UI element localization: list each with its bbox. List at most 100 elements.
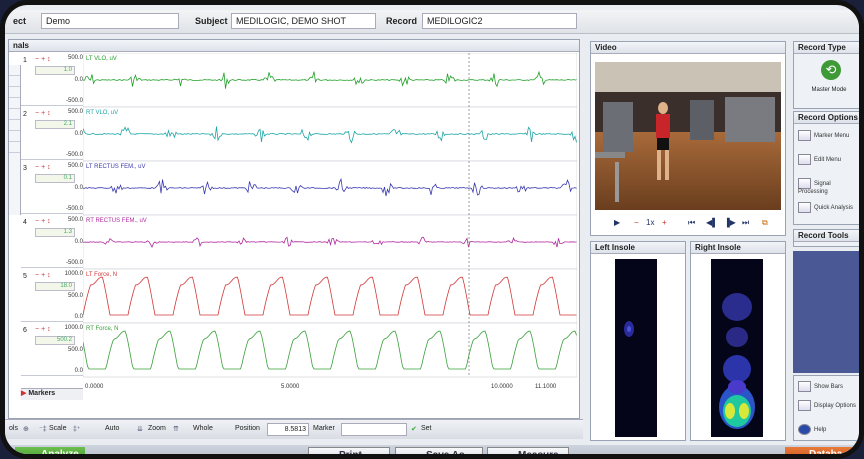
zoom-out-icon[interactable]: ⇈ — [173, 425, 179, 433]
list-item[interactable] — [9, 131, 20, 142]
signal-processing-item[interactable]: Signal Processing — [798, 178, 859, 195]
left-insole-map — [615, 259, 657, 437]
scale-top-label: 500.0 — [67, 109, 83, 115]
app-window: ect Demo Subject MEDILOGIC, DEMO SHOT Re… — [0, 0, 864, 459]
subject-label: Subject — [195, 16, 228, 26]
zoom-button[interactable]: Zoom — [148, 425, 166, 432]
quick-analysis-item[interactable]: Quick Analysis — [798, 202, 853, 213]
signal-traces[interactable]: LT VLO, uV RT VLO, uV LT RECTUS FEM., uV RT… — [83, 53, 577, 401]
time-tick-label: 10.0000 — [491, 384, 513, 390]
channel-adjust-buttons[interactable]: −+↕ — [35, 272, 53, 279]
scale-top-label: 1000.0 — [64, 325, 83, 331]
channel-control: 4 −+↕ 1.3 500.0 0.0 -500.0 — [21, 215, 83, 268]
channel-adjust-buttons[interactable]: −+↕ — [35, 326, 53, 333]
subject-field[interactable]: MEDILOGIC, DEMO SHOT — [231, 13, 376, 29]
video-frame[interactable] — [595, 62, 781, 210]
print-button[interactable]: Print — [308, 447, 390, 454]
video-export-icon[interactable]: ⧉ — [762, 218, 768, 228]
scale-bottom-label: -500.0 — [65, 152, 83, 158]
marker-menu-label: Marker Menu — [814, 133, 850, 140]
channel-control: 5 −+↕ 18.0 1000.0 500.0 0.0 — [21, 269, 83, 322]
channel-adjust-buttons[interactable]: −+↕ — [35, 56, 53, 63]
record-options-panel: Record Options Marker Menu Edit Menu Sig… — [793, 111, 859, 225]
set-button[interactable]: Set — [421, 425, 432, 432]
channel-adjust-buttons[interactable]: −+↕ — [35, 164, 53, 171]
database-button[interactable]: Databa — [785, 447, 859, 454]
channel-name: RT Force, N — [86, 326, 118, 332]
scale-bottom-label: -500.0 — [65, 206, 83, 212]
channel-number: 3 — [23, 165, 27, 172]
signal-list[interactable] — [9, 65, 21, 215]
marker-field[interactable] — [341, 423, 407, 436]
record-tools-panel: Record Tools — [793, 229, 859, 247]
channel-name: RT VLO, uV — [86, 110, 118, 116]
time-tick-label: 5.0000 — [281, 384, 300, 390]
list-item[interactable] — [9, 87, 20, 98]
channel-name: RT RECTUS FEM., uV — [86, 218, 147, 224]
slower-icon[interactable]: − — [634, 218, 639, 227]
zoom-in-icon[interactable]: ⇊ — [137, 425, 143, 433]
analyze-button[interactable]: Analyze — [15, 447, 85, 454]
next-frame-icon[interactable]: ▐▶ — [724, 218, 736, 227]
signals-title: nals — [9, 40, 579, 52]
side-filler — [793, 251, 859, 373]
master-mode-icon[interactable]: ⟲ — [821, 60, 841, 80]
help-item[interactable]: Help — [798, 424, 826, 435]
faster-icon[interactable]: + — [662, 218, 667, 227]
marker-menu-item[interactable]: Marker Menu — [798, 130, 849, 141]
action-bar: Analyze Print Save As... Measure Databa — [5, 445, 859, 454]
display-options-item[interactable]: Display Options — [798, 400, 856, 411]
quick-analysis-label: Quick Analysis — [814, 205, 854, 212]
scale-bottom-label: -500.0 — [65, 98, 83, 104]
right-insole-map — [711, 259, 763, 437]
master-mode-label[interactable]: Master Mode — [794, 87, 859, 93]
channel-number: 6 — [23, 327, 27, 334]
marker-label: Marker — [313, 425, 335, 432]
plot-toolbar: ols ⊕ ⁻‡ Scale ‡⁺ Auto ⇊ Zoom ⇈ Whole Po… — [5, 419, 583, 439]
markers-row[interactable]: ▶ Markers — [21, 388, 83, 400]
whole-button[interactable]: Whole — [193, 425, 213, 432]
time-tick-label: 0.0000 — [85, 384, 104, 390]
channel-number: 1 — [23, 57, 27, 64]
scale-button[interactable]: Scale — [49, 425, 67, 432]
channel-adjust-buttons[interactable]: −+↕ — [35, 110, 53, 117]
scale-up-icon[interactable]: ‡⁺ — [73, 425, 81, 433]
record-field[interactable]: MEDILOGIC2 — [422, 13, 577, 29]
record-label: Record — [386, 16, 418, 26]
list-item[interactable] — [9, 76, 20, 87]
tools-menu-icon[interactable]: ⊕ — [23, 425, 29, 433]
show-bars-icon — [798, 381, 811, 392]
play-icon[interactable]: ▶ — [614, 218, 620, 227]
channel-control: 6 −+↕ 500.2 1000.0 500.0 0.0 — [21, 323, 83, 376]
video-title: Video — [591, 42, 785, 54]
position-field[interactable]: 8.5813 — [267, 423, 309, 436]
video-controls: ▶ − 1x + ⏮ ◀▌ ▐▶ ⏭ ⧉ — [596, 218, 782, 232]
list-item[interactable] — [9, 98, 20, 109]
record-options-title: Record Options — [794, 112, 859, 124]
save-as-button[interactable]: Save As... — [395, 447, 483, 454]
prev-frame-icon[interactable]: ◀▌ — [706, 218, 718, 227]
scale-top-label: 500.0 — [67, 55, 83, 61]
auto-button[interactable]: Auto — [105, 425, 119, 432]
measure-button[interactable]: Measure — [487, 447, 569, 454]
show-bars-item[interactable]: Show Bars — [798, 381, 843, 392]
last-frame-icon[interactable]: ⏭ — [742, 218, 749, 228]
marker-menu-icon — [798, 130, 811, 141]
list-item[interactable] — [9, 120, 20, 131]
edit-menu-item[interactable]: Edit Menu — [798, 154, 841, 165]
scale-down-icon[interactable]: ⁻‡ — [39, 425, 47, 433]
channel-adjust-buttons[interactable]: −+↕ — [35, 218, 53, 225]
scale-mid-label: 0.0 — [74, 77, 83, 83]
list-item[interactable] — [9, 109, 20, 120]
list-item[interactable] — [9, 65, 20, 76]
channel-number: 4 — [23, 219, 27, 226]
channel-control: 3 −+↕ 0.1 500.0 0.0 -500.0 — [21, 161, 83, 214]
list-item[interactable] — [9, 142, 20, 153]
channel-value: 500.2 — [35, 336, 75, 345]
help-label: Help — [814, 427, 827, 434]
first-frame-icon[interactable]: ⏮ — [688, 218, 695, 228]
record-tools-title[interactable]: Record Tools — [794, 230, 859, 242]
project-field[interactable]: Demo — [41, 13, 179, 29]
scale-top-label: 500.0 — [67, 217, 83, 223]
quick-analysis-icon — [798, 202, 811, 213]
